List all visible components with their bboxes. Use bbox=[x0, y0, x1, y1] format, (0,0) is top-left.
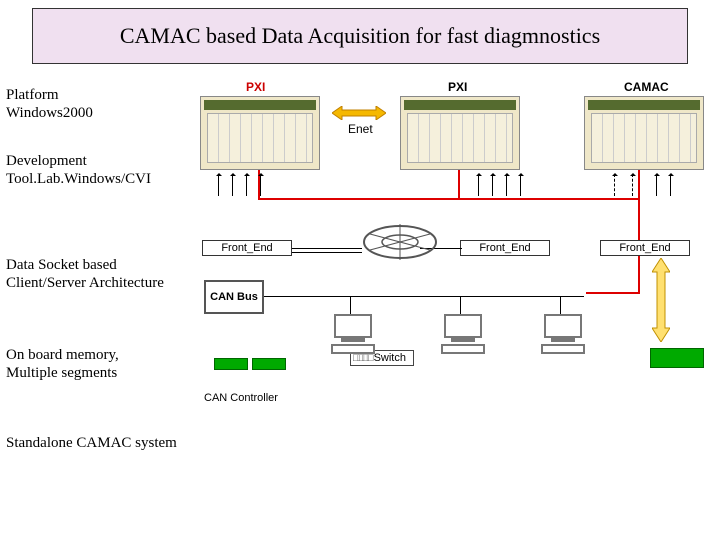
label-can-controller: CAN Controller bbox=[204, 392, 278, 404]
label-pxi-2: PXI bbox=[448, 80, 467, 94]
bus-line bbox=[264, 296, 584, 297]
pc-1 bbox=[326, 314, 380, 358]
bus-drop-3 bbox=[560, 296, 561, 314]
bus-drop-2 bbox=[460, 296, 461, 314]
uplink-arrows-3 bbox=[610, 172, 680, 196]
uplink-arrows-1 bbox=[214, 172, 274, 196]
front-end-3: Front_End bbox=[600, 240, 690, 256]
bullet-datasocket: Data Socket based Client/Server Architec… bbox=[6, 256, 166, 292]
bus-drop-1 bbox=[350, 296, 351, 314]
can-controller-box-1 bbox=[214, 358, 248, 370]
scope-camac bbox=[584, 96, 704, 170]
uplink-arrows-2 bbox=[474, 172, 534, 196]
line-fe1b-torus bbox=[292, 252, 362, 253]
scope-pxi-1 bbox=[200, 96, 320, 170]
system-diagram: PXI PXI CAMAC Enet Front_End Front_End F… bbox=[200, 80, 710, 450]
title-text: CAMAC based Data Acquisition for fast di… bbox=[120, 23, 600, 48]
bidir-arrow-icon bbox=[652, 258, 670, 342]
green-module bbox=[650, 348, 704, 368]
front-end-2: Front_End bbox=[460, 240, 550, 256]
redline-2 bbox=[458, 170, 460, 200]
pc-3 bbox=[536, 314, 590, 358]
label-camac: CAMAC bbox=[624, 80, 669, 94]
pc-2 bbox=[436, 314, 490, 358]
can-controller-box-2 bbox=[252, 358, 286, 370]
line-fe1-torus bbox=[292, 248, 362, 249]
redline-3h bbox=[586, 292, 640, 294]
tokamak-icon bbox=[360, 220, 440, 264]
enet-arrow-icon bbox=[332, 106, 386, 120]
bullet-memory: On board memory, Multiple segments bbox=[6, 346, 166, 382]
bullet-standalone: Standalone CAMAC system bbox=[6, 434, 226, 452]
bullet-devtool: Development Tool.Lab.Windows/CVI bbox=[6, 152, 206, 188]
label-enet: Enet bbox=[348, 122, 373, 136]
redline-h bbox=[258, 198, 638, 200]
can-bus-box: CAN Bus bbox=[204, 280, 264, 314]
front-end-1: Front_End bbox=[202, 240, 292, 256]
label-pxi-1: PXI bbox=[246, 80, 265, 94]
bullet-platform: Platform Windows2000 bbox=[6, 86, 136, 122]
page-title: CAMAC based Data Acquisition for fast di… bbox=[32, 8, 688, 64]
scope-pxi-2 bbox=[400, 96, 520, 170]
